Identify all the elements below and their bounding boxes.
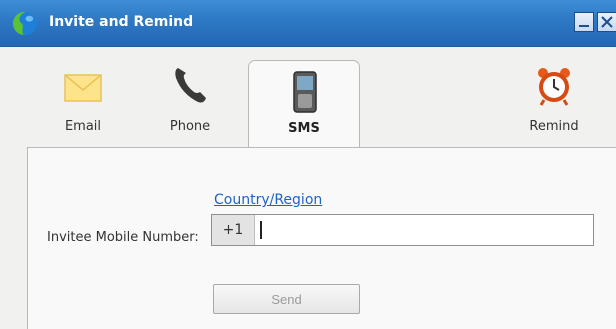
title-bar: Invite and Remind	[0, 0, 616, 47]
envelope-icon	[64, 74, 102, 102]
alarm-clock-icon	[538, 68, 570, 106]
mobile-phone-icon	[293, 71, 317, 113]
mobile-number-field: +1	[211, 214, 594, 246]
text-caret	[260, 221, 262, 239]
tab-phone-label: Phone	[169, 119, 211, 134]
country-region-link[interactable]: Country/Region	[214, 192, 322, 208]
mobile-number-input[interactable]	[256, 215, 593, 245]
mobile-number-label: Invitee Mobile Number:	[47, 230, 199, 245]
minimize-button[interactable]	[574, 12, 594, 32]
country-code: +1	[212, 215, 255, 245]
window-title: Invite and Remind	[49, 14, 194, 30]
tab-phone[interactable]: Phone	[150, 60, 230, 144]
tab-email[interactable]: Email	[46, 60, 120, 144]
minimize-icon	[579, 25, 589, 27]
sms-panel: Country/Region Invitee Mobile Number: +1…	[27, 147, 616, 329]
send-button[interactable]: Send	[213, 284, 360, 314]
close-icon	[601, 16, 613, 28]
tab-sms[interactable]: SMS	[248, 60, 360, 148]
tab-email-label: Email	[64, 119, 102, 134]
tab-remind[interactable]: Remind	[513, 60, 595, 144]
tab-sms-label: SMS	[288, 121, 320, 136]
globe-icon	[13, 11, 38, 36]
close-button[interactable]	[597, 12, 616, 32]
phone-handset-icon	[175, 68, 206, 103]
tab-remind-label: Remind	[529, 119, 579, 134]
